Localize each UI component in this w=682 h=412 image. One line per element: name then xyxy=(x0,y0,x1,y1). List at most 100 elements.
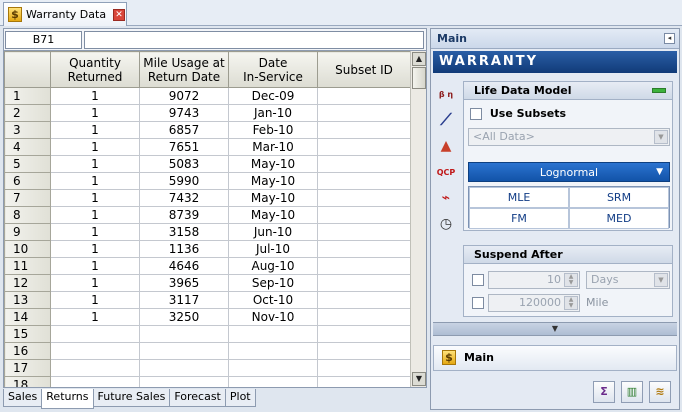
row-header[interactable]: 14 xyxy=(4,308,51,326)
cell-subset-id[interactable] xyxy=(317,359,410,377)
corner-cell[interactable] xyxy=(4,51,51,88)
report-icon[interactable]: ≋ xyxy=(649,381,671,403)
cell-date-in-service[interactable]: Aug-10 xyxy=(228,257,318,275)
plot-icon[interactable]: ▥ xyxy=(621,381,643,403)
row-header[interactable]: 8 xyxy=(4,206,51,224)
row-header[interactable]: 16 xyxy=(4,342,51,360)
cell-date-in-service[interactable] xyxy=(228,359,318,377)
cell-subset-id[interactable] xyxy=(317,325,410,343)
cell-mile-usage[interactable]: 8739 xyxy=(139,206,229,224)
row-header[interactable]: 15 xyxy=(4,325,51,343)
cell-quantity[interactable] xyxy=(50,342,140,360)
cell-date-in-service[interactable]: Oct-10 xyxy=(228,291,318,309)
method-med[interactable]: MED xyxy=(569,208,669,229)
suspend-time-unit-select[interactable]: Days ▼ xyxy=(586,271,670,289)
warranty-data-tab[interactable]: $ Warranty Data ✕ xyxy=(3,2,127,26)
cell-reference-box[interactable]: B71 xyxy=(5,31,82,49)
column-header-date-in-service[interactable]: Date In-Service xyxy=(228,51,318,88)
cell-mile-usage[interactable] xyxy=(139,359,229,377)
cell-mile-usage[interactable]: 7651 xyxy=(139,138,229,156)
cell-date-in-service[interactable]: Dec-09 xyxy=(228,87,318,105)
cell-subset-id[interactable] xyxy=(317,291,410,309)
cell-quantity[interactable]: 1 xyxy=(50,87,140,105)
cell-subset-id[interactable] xyxy=(317,138,410,156)
cell-date-in-service[interactable]: May-10 xyxy=(228,172,318,190)
row-header[interactable]: 11 xyxy=(4,257,51,275)
cell-subset-id[interactable] xyxy=(317,274,410,292)
distribution-select[interactable]: Lognormal ▼ xyxy=(468,162,670,182)
suspend-time-input[interactable]: 10 ▲ ▼ xyxy=(488,271,580,289)
cell-subset-id[interactable] xyxy=(317,240,410,258)
row-header[interactable]: 4 xyxy=(4,138,51,156)
column-header-mile-usage[interactable]: Mile Usage at Return Date xyxy=(139,51,229,88)
sheet-tab-forecast[interactable]: Forecast xyxy=(169,389,226,407)
cell-subset-id[interactable] xyxy=(317,206,410,224)
close-icon[interactable]: ✕ xyxy=(113,8,126,21)
cell-quantity[interactable] xyxy=(50,359,140,377)
cell-quantity[interactable] xyxy=(50,376,140,387)
formula-input[interactable] xyxy=(84,31,424,49)
method-fm[interactable]: FM xyxy=(469,208,569,229)
cell-quantity[interactable] xyxy=(50,325,140,343)
row-header[interactable]: 13 xyxy=(4,291,51,309)
cell-date-in-service[interactable] xyxy=(228,325,318,343)
row-header[interactable]: 9 xyxy=(4,223,51,241)
sheet-tab-sales[interactable]: Sales xyxy=(3,389,43,407)
suspend-usage-input[interactable]: 120000 ▲ ▼ xyxy=(488,294,580,312)
cell-mile-usage[interactable]: 5990 xyxy=(139,172,229,190)
cell-quantity[interactable]: 1 xyxy=(50,291,140,309)
cell-subset-id[interactable] xyxy=(317,189,410,207)
cell-quantity[interactable]: 1 xyxy=(50,274,140,292)
cell-date-in-service[interactable]: Sep-10 xyxy=(228,274,318,292)
cell-mile-usage[interactable]: 7432 xyxy=(139,189,229,207)
cell-date-in-service[interactable]: Nov-10 xyxy=(228,308,318,326)
cell-quantity[interactable]: 1 xyxy=(50,189,140,207)
qcp-icon[interactable]: QCP xyxy=(435,161,457,183)
cell-date-in-service[interactable]: Jan-10 xyxy=(228,104,318,122)
cell-quantity[interactable]: 1 xyxy=(50,240,140,258)
cell-quantity[interactable]: 1 xyxy=(50,206,140,224)
scroll-thumb[interactable] xyxy=(412,67,426,89)
beta-eta-icon[interactable]: β η xyxy=(435,83,457,105)
cell-quantity[interactable]: 1 xyxy=(50,155,140,173)
panel-splitter[interactable]: ▼ xyxy=(433,322,677,336)
cell-date-in-service[interactable]: May-10 xyxy=(228,155,318,173)
cell-date-in-service[interactable] xyxy=(228,342,318,360)
mountain-icon[interactable]: ▲ xyxy=(435,135,457,157)
row-header[interactable]: 2 xyxy=(4,104,51,122)
cell-date-in-service[interactable]: Jun-10 xyxy=(228,223,318,241)
row-header[interactable]: 5 xyxy=(4,155,51,173)
cell-quantity[interactable]: 1 xyxy=(50,104,140,122)
cell-quantity[interactable]: 1 xyxy=(50,172,140,190)
cell-date-in-service[interactable]: Jul-10 xyxy=(228,240,318,258)
cell-date-in-service[interactable]: May-10 xyxy=(228,206,318,224)
sheet-tab-future-sales[interactable]: Future Sales xyxy=(92,389,171,407)
column-header-quantity[interactable]: Quantity Returned xyxy=(50,51,140,88)
cell-mile-usage[interactable] xyxy=(139,376,229,387)
cell-mile-usage[interactable]: 4646 xyxy=(139,257,229,275)
row-header[interactable]: 7 xyxy=(4,189,51,207)
suspend-time-checkbox[interactable] xyxy=(472,274,484,286)
vertical-scrollbar[interactable]: ▲ ▼ xyxy=(410,51,426,387)
cell-mile-usage[interactable]: 3158 xyxy=(139,223,229,241)
cell-mile-usage[interactable] xyxy=(139,342,229,360)
collapse-panel-icon[interactable]: ◂ xyxy=(664,33,675,44)
suspend-usage-checkbox[interactable] xyxy=(472,297,484,309)
cell-date-in-service[interactable] xyxy=(228,376,318,387)
cell-subset-id[interactable] xyxy=(317,257,410,275)
spinner-icon[interactable]: ▲ ▼ xyxy=(564,273,578,287)
cell-date-in-service[interactable]: Feb-10 xyxy=(228,121,318,139)
spinner-icon[interactable]: ▲ ▼ xyxy=(564,296,578,310)
scroll-down-button[interactable]: ▼ xyxy=(412,372,426,386)
cell-mile-usage[interactable]: 3250 xyxy=(139,308,229,326)
cell-date-in-service[interactable]: Mar-10 xyxy=(228,138,318,156)
method-mle[interactable]: MLE xyxy=(469,187,569,208)
cell-mile-usage[interactable]: 6857 xyxy=(139,121,229,139)
cell-quantity[interactable]: 1 xyxy=(50,257,140,275)
cell-date-in-service[interactable]: May-10 xyxy=(228,189,318,207)
cell-subset-id[interactable] xyxy=(317,155,410,173)
row-header[interactable]: 3 xyxy=(4,121,51,139)
chart-icon[interactable]: ⌁ xyxy=(435,187,457,209)
row-header[interactable]: 12 xyxy=(4,274,51,292)
line-fit-icon[interactable]: ⟋ xyxy=(435,109,457,131)
